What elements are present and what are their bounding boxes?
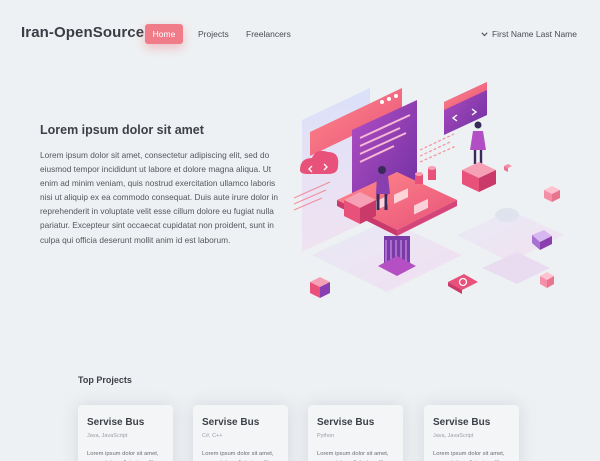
- project-card[interactable]: Servise Bus C#, C++ Lorem ipsum dolor si…: [193, 405, 288, 461]
- project-card-title: Servise Bus: [433, 417, 491, 428]
- project-card-title: Servise Bus: [87, 417, 145, 428]
- project-card-title: Servise Bus: [317, 417, 375, 428]
- nav-home-link[interactable]: Home: [145, 24, 183, 44]
- data-cylinders: [415, 166, 436, 184]
- chevron-down-icon: [481, 31, 488, 36]
- gear-icon: [495, 208, 519, 222]
- project-card-tags: Python: [317, 433, 335, 439]
- project-card-description: Lorem ipsum dolor sit amet, consectetur …: [433, 451, 505, 461]
- user-menu[interactable]: First Name Last Name: [481, 24, 577, 44]
- project-card[interactable]: Servise Bus Python Lorem ipsum dolor sit…: [308, 405, 403, 461]
- hero-illustration: [293, 82, 564, 298]
- hero-title: Lorem ipsum dolor sit amet: [40, 123, 204, 137]
- project-card-description: Lorem ipsum dolor sit amet, consectetur …: [87, 451, 159, 461]
- user-name: First Name Last Name: [491, 29, 577, 39]
- project-card-tags: Java, JavaScript: [87, 433, 128, 439]
- brand-logo-text[interactable]: Iran-OpenSource: [21, 24, 144, 41]
- project-card[interactable]: Servise Bus Java, JavaScript Lorem ipsum…: [424, 405, 519, 461]
- project-card-description: Lorem ipsum dolor sit amet, consectetur …: [202, 451, 274, 461]
- project-card-description: Lorem ipsum dolor sit amet, consectetur …: [317, 451, 389, 461]
- designer-figure: [462, 121, 496, 192]
- hero-paragraph: Lorem ipsum dolor sit amet, consectetur …: [40, 150, 278, 245]
- floor-panel: [482, 252, 550, 284]
- at-sign-icon: [448, 274, 478, 294]
- project-card-tags: Java, JavaScript: [433, 433, 474, 439]
- top-projects-heading: Top Projects: [78, 375, 132, 385]
- project-card-tags: C#, C++: [202, 433, 223, 439]
- project-card-title: Servise Bus: [202, 417, 260, 428]
- nav-projects-link[interactable]: Projects: [198, 24, 229, 44]
- top-navbar: Iran-OpenSource Home Projects Freelancer…: [0, 0, 600, 68]
- nav-freelancers-link[interactable]: Freelancers: [246, 24, 291, 44]
- project-card[interactable]: Servise Bus Java, JavaScript Lorem ipsum…: [78, 405, 173, 461]
